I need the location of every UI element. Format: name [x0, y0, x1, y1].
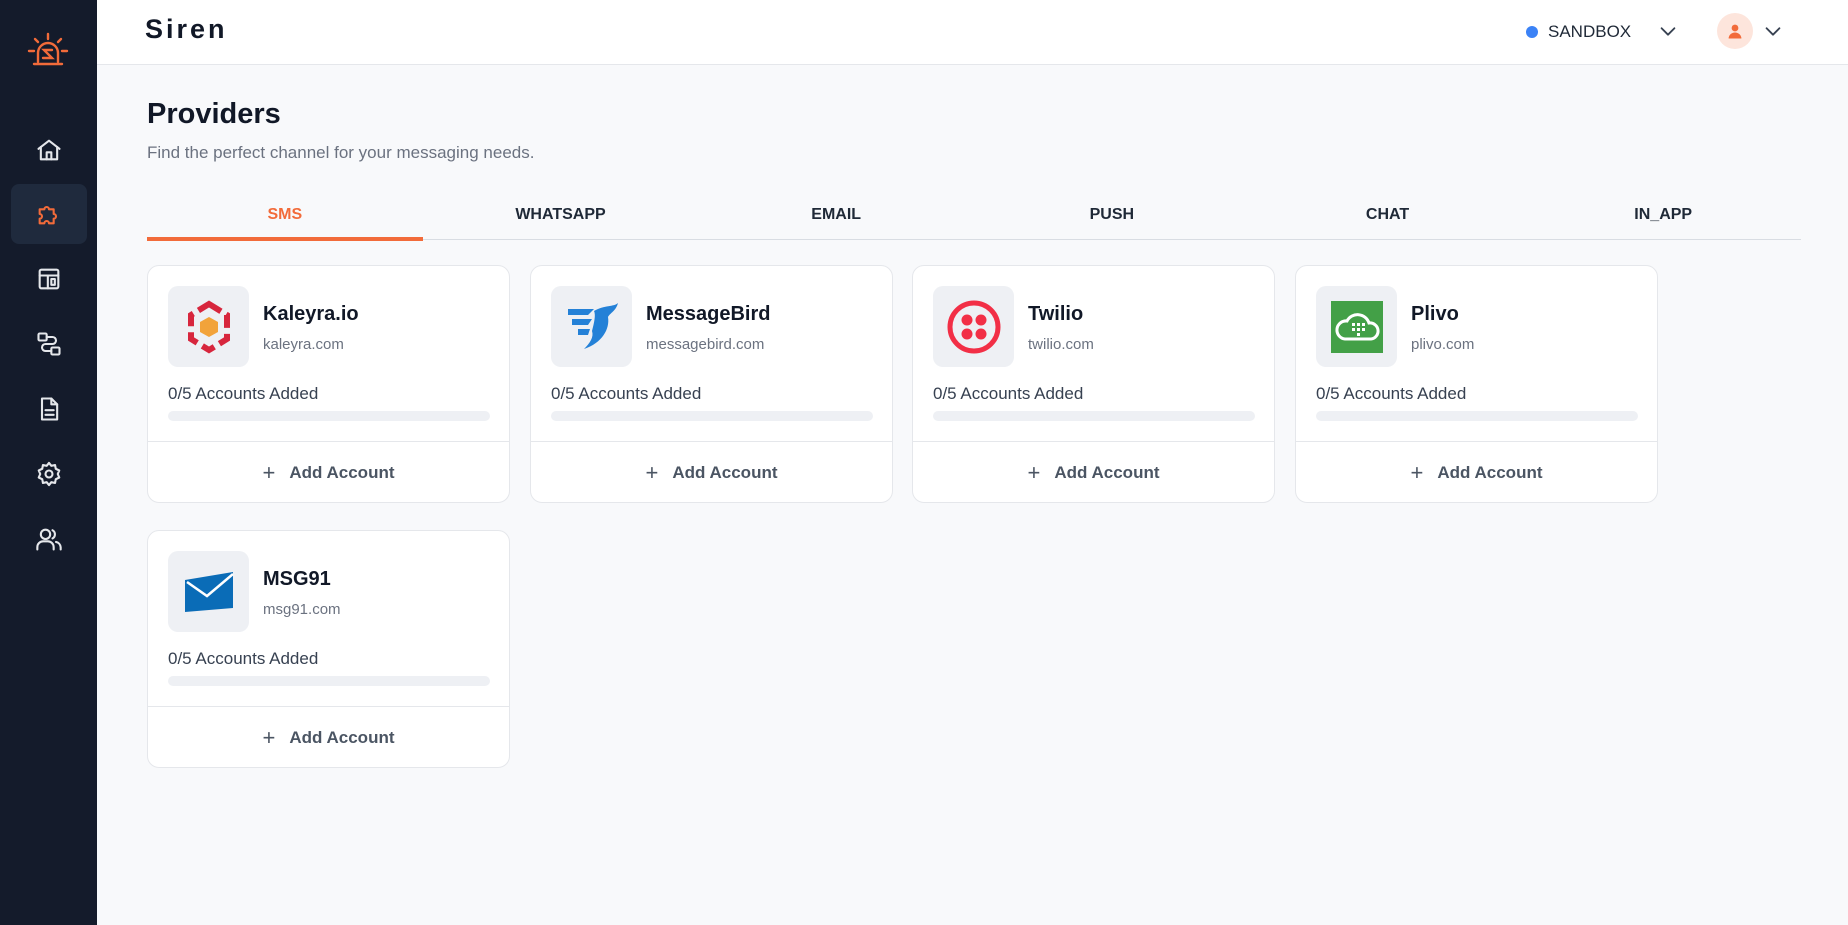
- add-account-label: Add Account: [672, 463, 778, 482]
- nav-home[interactable]: [11, 120, 87, 180]
- plus-icon: +: [645, 460, 659, 485]
- sidebar: [0, 0, 97, 925]
- messagebird-logo-icon: [551, 286, 632, 367]
- kaleyra-logo-icon: [168, 286, 249, 367]
- environment-selector[interactable]: SANDBOX: [1526, 18, 1631, 46]
- provider-domain: msg91.com: [263, 601, 341, 618]
- chevron-down-icon[interactable]: [1657, 20, 1679, 42]
- nav-templates[interactable]: [11, 249, 87, 309]
- top-bar: Siren SANDBOX: [97, 0, 1848, 65]
- plivo-logo-icon: [1316, 286, 1397, 367]
- tab-push[interactable]: PUSH: [974, 190, 1250, 240]
- users-icon: [36, 528, 62, 551]
- provider-name: Twilio: [1028, 303, 1084, 325]
- provider-name: MSG91: [263, 568, 331, 590]
- provider-card-kaleyra: Kaleyra.io kaleyra.com 0/5 Accounts Adde…: [147, 265, 510, 503]
- nav-providers[interactable]: [11, 184, 87, 244]
- accounts-progress-bar: [1316, 411, 1638, 421]
- home-icon: [37, 139, 61, 161]
- accounts-progress-bar: [551, 411, 873, 421]
- accounts-count: 0/5 Accounts Added: [168, 384, 319, 403]
- user-icon: [1728, 24, 1742, 39]
- accounts-progress-bar: [933, 411, 1255, 421]
- brand-title: Siren: [145, 14, 228, 44]
- provider-domain: twilio.com: [1028, 336, 1094, 353]
- add-account-button[interactable]: + Add Account: [913, 441, 1274, 502]
- provider-name: Kaleyra.io: [263, 303, 359, 325]
- nav-settings[interactable]: [11, 444, 87, 504]
- page-title: Providers: [147, 98, 281, 130]
- plus-icon: +: [1410, 460, 1424, 485]
- provider-card-plivo: Plivo plivo.com 0/5 Accounts Added + Add…: [1295, 265, 1658, 503]
- accounts-progress-bar: [168, 411, 490, 421]
- environment-status-dot: [1526, 26, 1538, 38]
- accounts-count: 0/5 Accounts Added: [933, 384, 1084, 403]
- accounts-count: 0/5 Accounts Added: [168, 649, 319, 668]
- accounts-count: 0/5 Accounts Added: [1316, 384, 1467, 403]
- provider-domain: kaleyra.com: [263, 336, 344, 353]
- avatar[interactable]: [1717, 13, 1753, 49]
- channel-tabs: SMS WHATSAPP EMAIL PUSH CHAT IN_APP: [147, 190, 1801, 241]
- provider-card-messagebird: MessageBird messagebird.com 0/5 Accounts…: [530, 265, 893, 503]
- puzzle-icon: [38, 205, 58, 225]
- user-menu-chevron-icon[interactable]: [1762, 20, 1784, 42]
- plus-icon: +: [262, 725, 276, 750]
- add-account-button[interactable]: + Add Account: [148, 441, 509, 502]
- accounts-progress-bar: [168, 676, 490, 686]
- add-account-label: Add Account: [1437, 463, 1543, 482]
- provider-domain: messagebird.com: [646, 336, 765, 353]
- nav-workflows[interactable]: [11, 314, 87, 374]
- tab-email[interactable]: EMAIL: [698, 190, 974, 240]
- nav-users[interactable]: [11, 509, 87, 569]
- workflow-icon: [37, 332, 61, 356]
- page-subtitle: Find the perfect channel for your messag…: [147, 143, 535, 162]
- siren-logo-icon[interactable]: [24, 30, 72, 74]
- msg91-logo-icon: [168, 551, 249, 632]
- environment-label: SANDBOX: [1548, 22, 1632, 41]
- nav-logs[interactable]: [11, 379, 87, 439]
- add-account-label: Add Account: [289, 728, 395, 747]
- provider-domain: plivo.com: [1411, 336, 1475, 353]
- tab-chat[interactable]: CHAT: [1250, 190, 1526, 240]
- tab-in-app[interactable]: IN_APP: [1525, 190, 1801, 240]
- layout-icon: [38, 268, 60, 290]
- add-account-button[interactable]: + Add Account: [1296, 441, 1657, 502]
- accounts-count: 0/5 Accounts Added: [551, 384, 702, 403]
- provider-card-twilio: Twilio twilio.com 0/5 Accounts Added + A…: [912, 265, 1275, 503]
- twilio-logo-icon: [933, 286, 1014, 367]
- document-icon: [40, 397, 59, 421]
- tab-sms[interactable]: SMS: [147, 190, 423, 241]
- add-account-button[interactable]: + Add Account: [148, 706, 509, 767]
- gear-icon: [37, 461, 61, 487]
- add-account-button[interactable]: + Add Account: [531, 441, 892, 502]
- add-account-label: Add Account: [1054, 463, 1160, 482]
- provider-name: MessageBird: [646, 303, 771, 325]
- provider-card-msg91: MSG91 msg91.com 0/5 Accounts Added + Add…: [147, 530, 510, 768]
- tab-whatsapp[interactable]: WHATSAPP: [423, 190, 699, 240]
- plus-icon: +: [262, 460, 276, 485]
- plus-icon: +: [1027, 460, 1041, 485]
- provider-name: Plivo: [1411, 303, 1459, 325]
- add-account-label: Add Account: [289, 463, 395, 482]
